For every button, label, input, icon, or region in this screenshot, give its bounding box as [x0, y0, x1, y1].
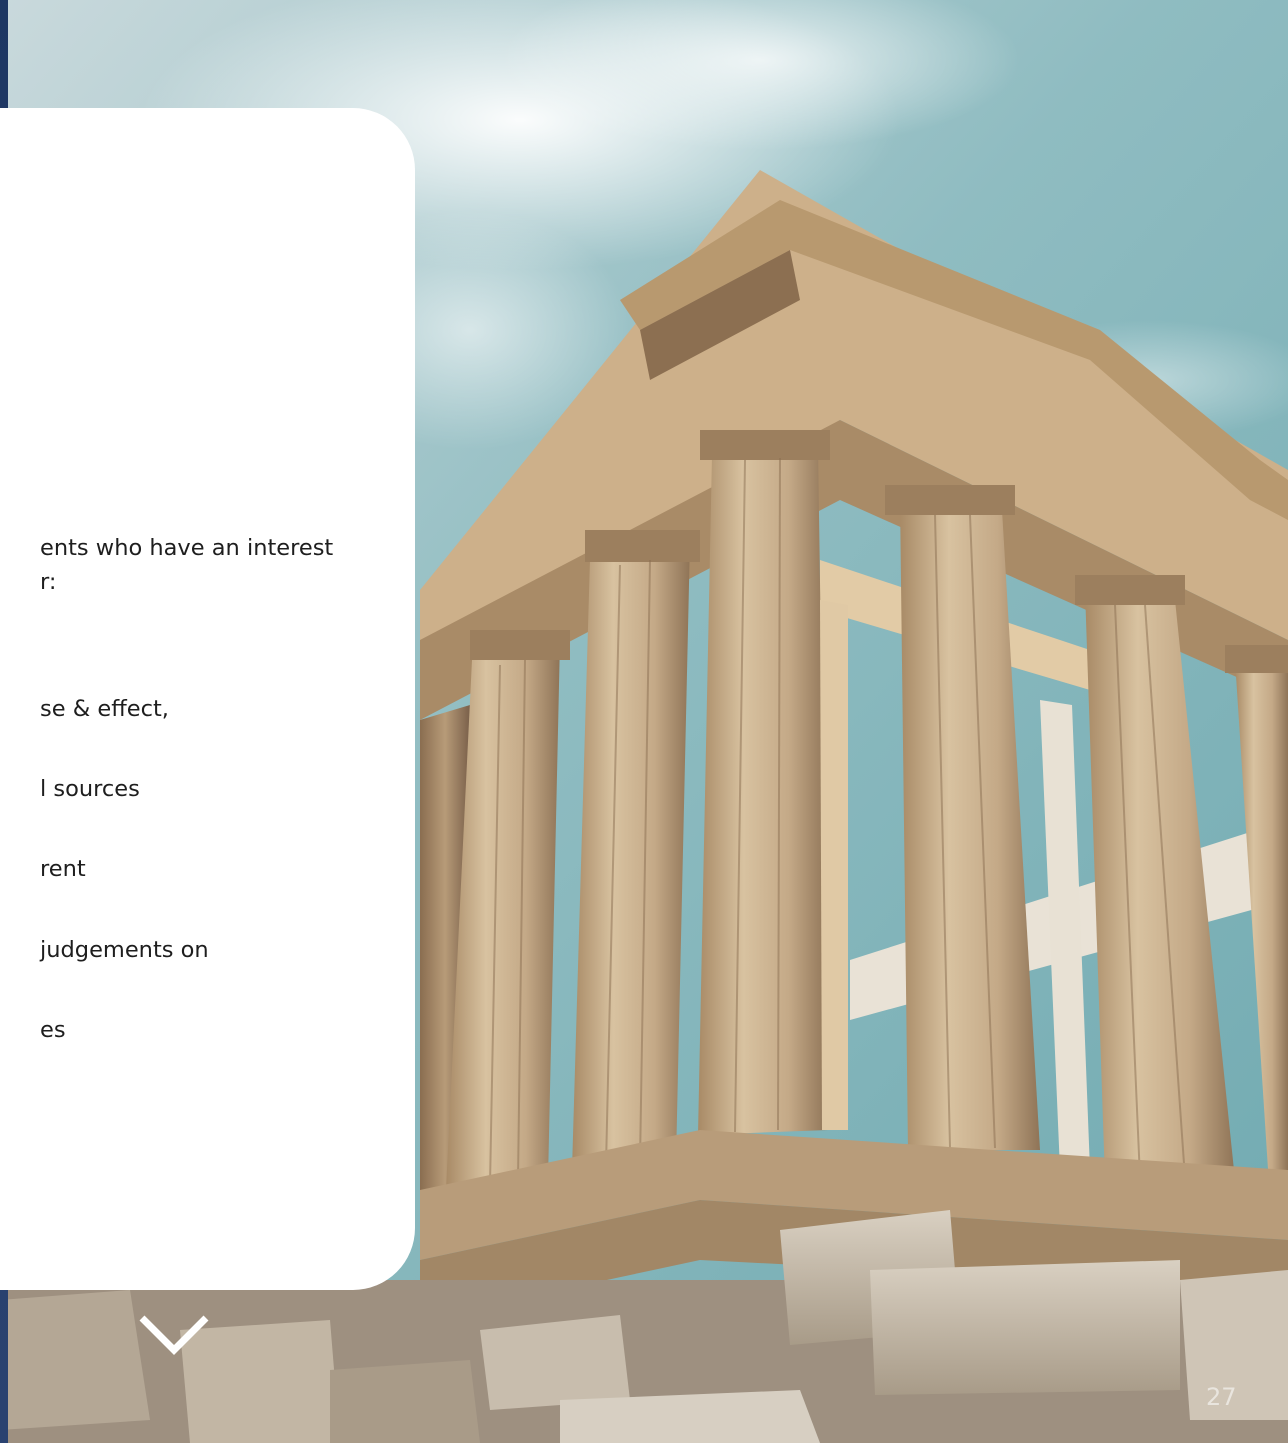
chevron-down-icon[interactable] — [138, 1312, 210, 1358]
body-text-line: rent — [40, 856, 86, 882]
body-text-line: es — [40, 1017, 66, 1043]
body-text-line: l sources — [40, 776, 140, 802]
body-text-line: ents who have an interest — [40, 535, 334, 561]
body-text-line: judgements on — [40, 937, 209, 963]
body-text-line: se & effect, — [40, 696, 169, 722]
page-number: 27 — [1206, 1383, 1237, 1411]
body-text-line: r: — [40, 569, 57, 595]
